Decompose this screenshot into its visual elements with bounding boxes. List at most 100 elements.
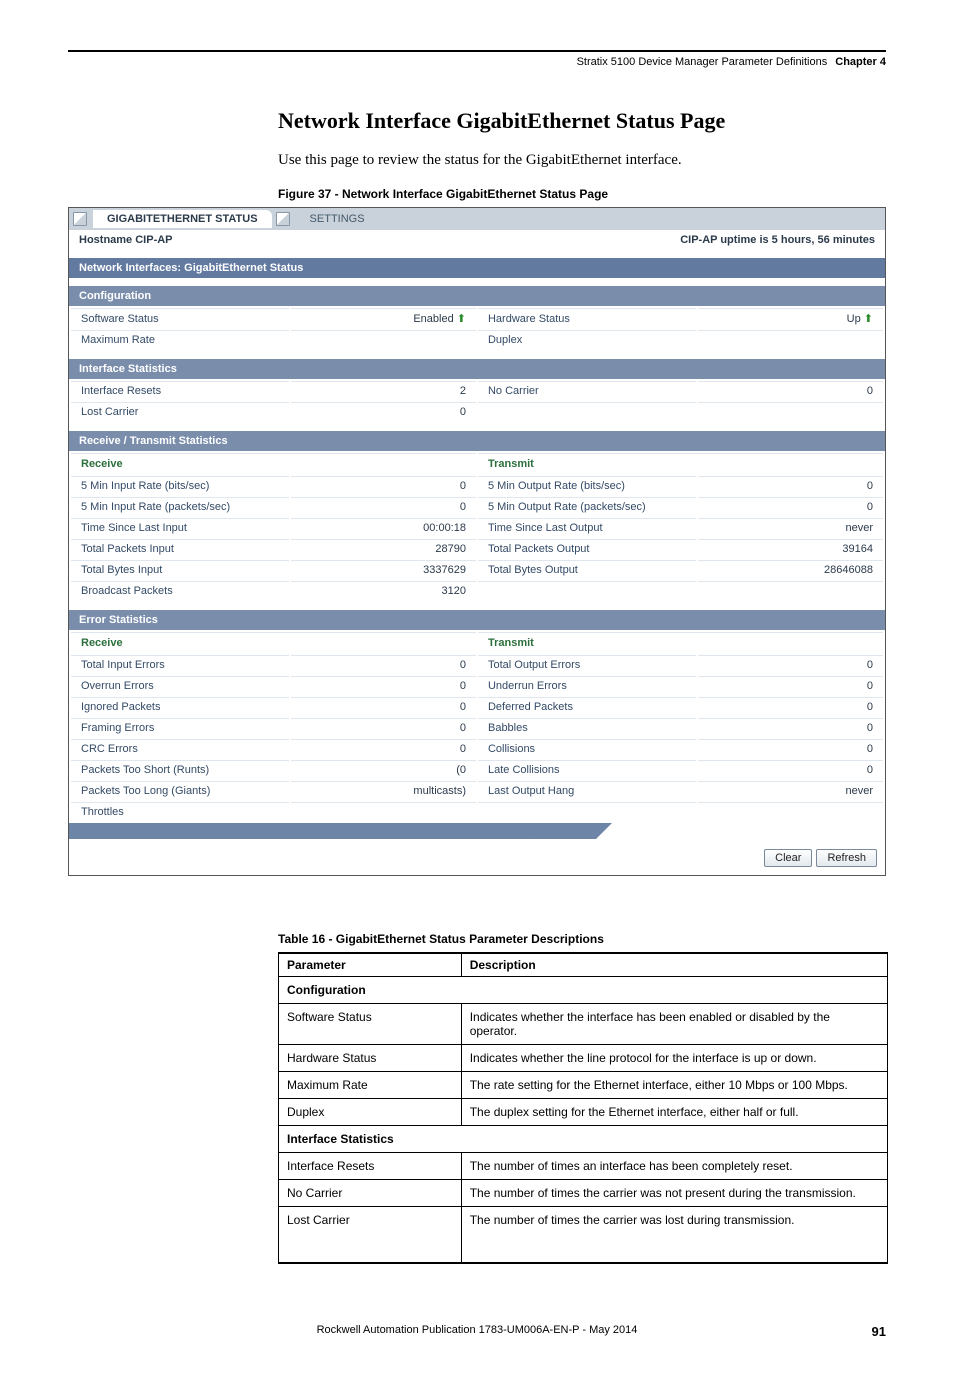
hostname-label: Hostname CIP-AP: [79, 234, 173, 246]
err-header: Error Statistics: [69, 610, 885, 630]
rt-r6l: Broadcast Packets: [71, 581, 289, 600]
page-footer: Rockwell Automation Publication 1783-UM0…: [68, 1324, 886, 1336]
config-table: Software Status Enabled ⬆ Hardware Statu…: [69, 306, 885, 351]
rt-r1lv: 0: [291, 476, 476, 495]
err-e7l: Packets Too Long (Giants): [71, 781, 289, 800]
err-e1r: Total Output Errors: [478, 655, 696, 674]
page-corner-icon: [73, 212, 87, 226]
rt-r2lv: 0: [291, 497, 476, 516]
p-r3d: The rate setting for the Ethernet interf…: [461, 1072, 887, 1099]
rt-r5r: Total Bytes Output: [478, 560, 696, 579]
p-r5p: Interface Resets: [279, 1153, 462, 1180]
rt-r3r: Time Since Last Output: [478, 518, 696, 537]
host-bar: Hostname CIP-AP CIP-AP uptime is 5 hours…: [69, 230, 885, 250]
config-header: Configuration: [69, 286, 885, 306]
group-configuration: Configuration: [279, 977, 888, 1004]
rt-r6lv: 3120: [291, 581, 476, 600]
err-e2r: Underrun Errors: [478, 676, 696, 695]
err-e2rv: 0: [698, 676, 883, 695]
header-chapter: Chapter 4: [835, 56, 886, 68]
tab-bar: GIGABITETHERNET STATUS SETTINGS: [69, 208, 885, 230]
rt-r3rv: never: [698, 518, 883, 537]
err-e6l: Packets Too Short (Runts): [71, 760, 289, 779]
p-r6p: No Carrier: [279, 1180, 462, 1207]
p-r2d: Indicates whether the line protocol for …: [461, 1045, 887, 1072]
publication-text: Rockwell Automation Publication 1783-UM0…: [317, 1324, 638, 1336]
err-e3l: Ignored Packets: [71, 697, 289, 716]
p-r6d: The number of times the carrier was not …: [461, 1180, 887, 1207]
page-section-title: Network Interface GigabitEthernet Status…: [278, 108, 886, 134]
err-e1l: Total Input Errors: [71, 655, 289, 674]
err-e1lv: 0: [291, 655, 476, 674]
th-description: Description: [461, 953, 887, 977]
rt-r1rv: 0: [698, 476, 883, 495]
rt-r5rv: 28646088: [698, 560, 883, 579]
rt-r2r: 5 Min Output Rate (packets/sec): [478, 497, 696, 516]
interface-resets-label: Interface Resets: [71, 381, 289, 400]
err-transmit-head: Transmit: [478, 632, 883, 653]
err-e7r: Last Output Hang: [478, 781, 696, 800]
panel-title: Network Interfaces: GigabitEthernet Stat…: [69, 258, 885, 278]
group-interface-statistics: Interface Statistics: [279, 1126, 888, 1153]
rt-r5lv: 3337629: [291, 560, 476, 579]
p-r1d: Indicates whether the interface has been…: [461, 1004, 887, 1045]
tab-settings[interactable]: SETTINGS: [296, 210, 379, 228]
clear-button[interactable]: Clear: [764, 849, 812, 867]
p-r2p: Hardware Status: [279, 1045, 462, 1072]
err-e5r: Collisions: [478, 739, 696, 758]
lost-carrier-value: 0: [291, 402, 476, 421]
refresh-button[interactable]: Refresh: [816, 849, 877, 867]
err-e4rv: 0: [698, 718, 883, 737]
err-e7lv: multicasts): [291, 781, 476, 800]
max-rate-label: Maximum Rate: [71, 330, 289, 349]
button-bar: Clear Refresh: [69, 839, 885, 875]
th-parameter: Parameter: [279, 953, 462, 977]
tab-divider-icon: [276, 212, 290, 226]
rt-r4lv: 28790: [291, 539, 476, 558]
rt-r4r: Total Packets Output: [478, 539, 696, 558]
enabled-up-arrow-icon: ⬆: [457, 313, 466, 325]
tab-status[interactable]: GIGABITETHERNET STATUS: [93, 210, 272, 228]
rt-r1r: 5 Min Output Rate (bits/sec): [478, 476, 696, 495]
software-status-value: Enabled ⬆: [291, 308, 476, 328]
err-e3rv: 0: [698, 697, 883, 716]
err-e8l: Throttles: [71, 802, 289, 821]
p-r5d: The number of times an interface has bee…: [461, 1153, 887, 1180]
rt-r3lv: 00:00:18: [291, 518, 476, 537]
page-number: 91: [872, 1324, 886, 1339]
rt-header: Receive / Transmit Statistics: [69, 431, 885, 451]
lost-carrier-label: Lost Carrier: [71, 402, 289, 421]
p-r1p: Software Status: [279, 1004, 462, 1045]
err-e4lv: 0: [291, 718, 476, 737]
rt-r2rv: 0: [698, 497, 883, 516]
up-arrow-icon: ⬆: [864, 313, 873, 325]
err-e7rv: never: [698, 781, 883, 800]
no-carrier-label: No Carrier: [478, 381, 696, 400]
duplex-value: [698, 330, 883, 349]
ifstats-table: Interface Resets 2 No Carrier 0 Lost Car…: [69, 379, 885, 423]
rt-r5l: Total Bytes Input: [71, 560, 289, 579]
p-r3p: Maximum Rate: [279, 1072, 462, 1099]
page-section-desc: Use this page to review the status for t…: [278, 152, 886, 169]
receive-head: Receive: [71, 453, 476, 474]
footer-swoosh: [69, 823, 885, 839]
err-receive-head: Receive: [71, 632, 476, 653]
duplex-label: Duplex: [478, 330, 696, 349]
err-table: Receive Transmit Total Input Errors 0 To…: [69, 630, 885, 823]
param-table: Parameter Description Configuration Soft…: [278, 952, 888, 1264]
rt-table: Receive Transmit 5 Min Input Rate (bits/…: [69, 451, 885, 602]
err-e6rv: 0: [698, 760, 883, 779]
hardware-status-value: Up ⬆: [698, 308, 883, 328]
transmit-head: Transmit: [478, 453, 883, 474]
header-title: Stratix 5100 Device Manager Parameter De…: [577, 56, 828, 68]
max-rate-value: [291, 330, 476, 349]
err-e2lv: 0: [291, 676, 476, 695]
err-e5l: CRC Errors: [71, 739, 289, 758]
header-row: Stratix 5100 Device Manager Parameter De…: [68, 56, 886, 68]
rt-r2l: 5 Min Input Rate (packets/sec): [71, 497, 289, 516]
no-carrier-value: 0: [698, 381, 883, 400]
err-e3r: Deferred Packets: [478, 697, 696, 716]
err-e5rv: 0: [698, 739, 883, 758]
interface-resets-value: 2: [291, 381, 476, 400]
err-e6lv: (0: [291, 760, 476, 779]
